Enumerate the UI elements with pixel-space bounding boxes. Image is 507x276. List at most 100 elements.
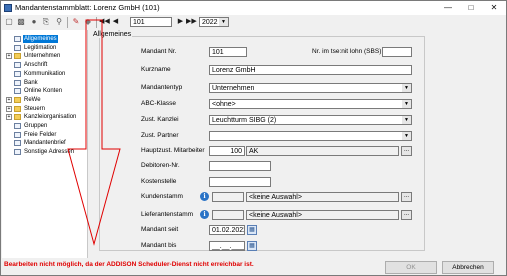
preview-icon[interactable]: ⚲ [54,17,64,27]
expand-icon[interactable]: + [6,105,12,112]
kundenstamm-nr-field [212,192,244,202]
navigation-tree: Allgemeines Legitimation + Unternehmen Ansch… [2,30,88,258]
chevron-down-icon: ▼ [219,18,228,26]
mandantentyp-value: Unternehmen [212,85,255,92]
lohn-nr-field[interactable] [382,47,412,57]
tree-item-label: Kommunikation [24,70,66,77]
edit-icon[interactable]: ✎ [71,17,81,27]
toolbar-separator [67,17,68,28]
lieferantenstamm-nr-field [212,210,244,220]
kostenstelle-field[interactable] [209,177,271,187]
lieferantenstamm-field: <keine Auswahl> [246,210,399,220]
kostenstelle-label: Kostenstelle [141,178,177,185]
debitoren-label: Debitoren-Nr. [141,162,180,169]
tree-item-label: ReWe [24,96,41,103]
tree-item-label: Freie Felder [24,131,57,138]
tree-item-label: Online Konten [24,88,63,95]
last-record-icon[interactable]: ▶▶ [186,17,197,27]
window-title: Mandantenstammblatt: Lorenz GmbH (101) [15,3,160,12]
mandantentyp-select[interactable]: Unternehmen ▼ [209,83,412,93]
mandant-window: Mandantenstammblatt: Lorenz GmbH (101) —… [0,0,507,276]
document-icon [14,62,21,69]
kanzlei-label: Zust. Kanzlei [141,116,179,123]
abc-klasse-value: <ohne> [212,101,236,108]
tree-item-label: Steuern [24,105,46,112]
year-select[interactable]: 2022 ▼ [199,17,229,27]
expand-icon[interactable]: + [6,114,12,121]
document-icon [14,70,21,77]
document-icon [14,123,21,129]
mandant-bis-field[interactable]: __.__.____ [209,241,245,251]
partner-label: Zust. Partner [141,132,179,139]
abc-klasse-label: ABC-Klasse [141,100,177,107]
calendar-icon[interactable]: ▦ [247,241,257,251]
expand-icon[interactable]: + [6,53,12,60]
mandant-seit-field[interactable]: 01.02.2022 [209,225,245,235]
chevron-down-icon: ▼ [402,116,411,124]
mitarbeiter-nr-field[interactable]: 100 [209,146,245,156]
partner-select[interactable]: ▼ [209,131,412,141]
lohn-nr-label: Nr. im tse:nit lohn (SBS) [312,48,382,55]
tree-item-label: Kanzleiorganisation [24,114,77,121]
lieferantenstamm-label: Lieferantenstamm [141,211,194,218]
document-icon [14,140,21,147]
folder-icon [14,96,21,103]
group-title: Allgemeines [92,31,133,38]
mandant-nr-label: Mandant Nr. [141,48,177,55]
pin-icon[interactable]: ◆ [83,17,93,27]
calendar-icon[interactable]: ▦ [247,225,257,235]
delete-icon[interactable]: ● [29,17,39,27]
tree-item-label: Anschrift [24,62,48,69]
document-icon [14,149,21,156]
print-icon[interactable]: ⎘ [41,17,51,27]
mandant-nr-field[interactable]: 101 [209,47,247,57]
document-icon [14,131,21,138]
app-icon [4,4,12,12]
info-icon[interactable]: i [200,192,209,201]
year-value: 2022 [202,19,218,26]
abc-klasse-select[interactable]: <ohne> ▼ [209,99,412,109]
lieferantenstamm-lookup-button[interactable]: ... [401,210,412,220]
record-number-input[interactable]: 101 [130,17,172,27]
tree-item-label: Allgemeines [23,35,58,43]
kanzlei-value: Leuchtturm SIBG (2) [212,117,277,124]
tree-item-label: Unternehmen [24,53,61,60]
cancel-button[interactable]: Abbrechen [442,261,494,274]
kundenstamm-field: <keine Auswahl> [246,192,399,202]
maximize-icon[interactable]: □ [462,2,480,14]
status-message: Bearbeiten nicht möglich, da der ADDISON… [4,261,254,268]
tree-item-label: Legitimation [24,44,57,51]
kurzname-label: Kurzname [141,66,171,73]
chevron-down-icon: ▼ [402,100,411,108]
debitoren-field[interactable] [209,161,271,171]
tree-item-label: Sonstige Adressen [24,149,75,156]
close-icon[interactable]: ✕ [485,2,503,14]
mandant-bis-label: Mandant bis [141,242,177,249]
kundenstamm-lookup-button[interactable]: ... [401,192,412,202]
expand-icon[interactable]: + [6,96,12,103]
mitarbeiter-label: Hauptzust. Mitarbeiter [141,147,205,154]
document-icon [14,44,21,51]
tree-item-label: Mandantenbrief [24,140,66,147]
mandant-seit-label: Mandant seit [141,226,179,233]
document-icon [14,88,21,95]
mitarbeiter-name-field: AK [246,146,399,156]
first-record-icon[interactable]: ◀◀ [99,17,110,27]
folder-icon [14,53,21,60]
toolbar: ▢ ▩ ● ⎘ ⚲ ✎ ◆ ◀◀ ◀ 101 ▶ ▶▶ 2022 ▼ [1,16,506,29]
title-bar: Mandantenstammblatt: Lorenz GmbH (101) —… [1,1,506,15]
chevron-down-icon: ▼ [402,132,411,140]
document-icon [14,36,21,42]
kanzlei-select[interactable]: Leuchtturm SIBG (2) ▼ [209,115,412,125]
chevron-down-icon: ▼ [402,84,411,92]
minimize-icon[interactable]: — [439,2,457,14]
info-icon[interactable]: i [200,210,209,219]
new-icon[interactable]: ▢ [4,17,14,27]
ok-button[interactable]: OK [385,261,437,274]
toolbar-separator [96,17,97,28]
mitarbeiter-lookup-button[interactable]: ... [401,146,412,156]
save-icon[interactable]: ▩ [16,17,26,27]
next-record-icon[interactable]: ▶ [176,17,185,27]
prev-record-icon[interactable]: ◀ [111,17,120,27]
kurzname-field[interactable]: Lorenz GmbH [209,65,412,75]
